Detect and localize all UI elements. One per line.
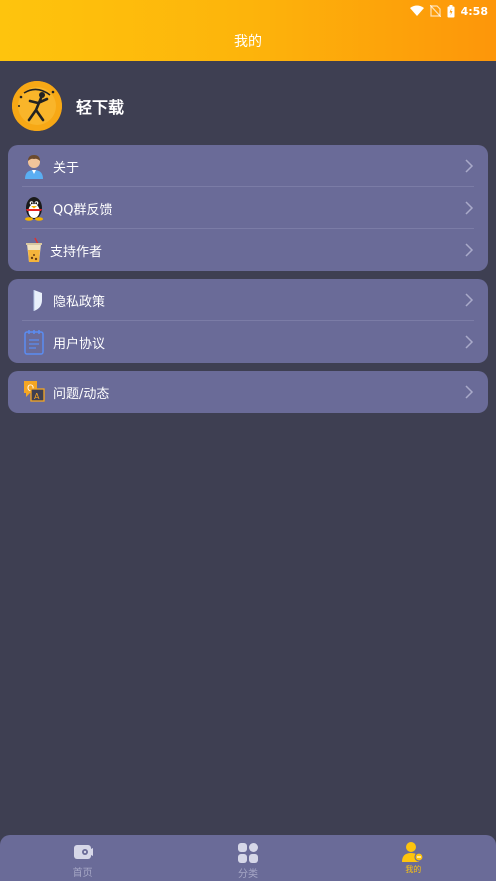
menu-item-label: 支持作者 xyxy=(50,244,103,260)
avatar[interactable] xyxy=(12,81,62,131)
tab-label: 我的 xyxy=(405,865,422,874)
menu-item-qq-feedback[interactable]: QQ群反馈 xyxy=(8,187,488,229)
menu-item-user-agreement[interactable]: 用户协议 xyxy=(8,321,488,363)
chevron-right-icon xyxy=(465,159,474,173)
menu-item-support-author[interactable]: 支持作者 xyxy=(8,229,488,271)
chevron-right-icon xyxy=(465,201,474,215)
user-icon xyxy=(402,842,424,862)
notepad-icon xyxy=(24,330,44,355)
app-logo-icon xyxy=(12,81,62,131)
bottom-tab-bar: 首页 分类 我的 xyxy=(0,835,496,881)
tab-home[interactable]: 首页 xyxy=(0,835,165,881)
chevron-right-icon xyxy=(465,293,474,307)
menu-item-label: 关于 xyxy=(53,160,80,176)
video-icon xyxy=(73,845,93,859)
shield-icon xyxy=(33,290,42,311)
page-title: 我的 xyxy=(234,34,262,50)
menu-item-label: 问题/动态 xyxy=(53,386,110,402)
wifi-icon xyxy=(409,5,424,16)
menu-item-privacy-policy[interactable]: 隐私政策 xyxy=(8,279,488,321)
username: 轻下载 xyxy=(76,98,125,117)
tab-mine[interactable]: 我的 xyxy=(331,835,496,881)
menu-item-label: 隐私政策 xyxy=(53,294,106,310)
menu-card-legal: 隐私政策 用户协议 xyxy=(8,279,488,363)
status-time: 4:58 xyxy=(460,4,488,18)
menu-item-about[interactable]: 关于 xyxy=(8,145,488,187)
battery-icon xyxy=(447,4,455,17)
drink-cup-icon xyxy=(26,237,42,262)
profile-row[interactable]: 轻下载 xyxy=(12,81,124,131)
menu-item-label: QQ群反馈 xyxy=(53,202,113,218)
status-bar: 4:58 xyxy=(409,3,488,19)
svg-text:A: A xyxy=(34,392,40,401)
chevron-right-icon xyxy=(465,243,474,257)
menu-item-issues-news[interactable]: Q A 问题/动态 xyxy=(8,371,488,413)
app-header: 4:58 我的 xyxy=(0,0,496,61)
chevron-right-icon xyxy=(465,385,474,399)
chat-question-icon: Q A xyxy=(24,381,45,402)
no-sim-icon xyxy=(429,5,441,17)
menu-item-label: 用户协议 xyxy=(53,336,106,352)
grid-icon xyxy=(237,843,258,863)
tab-label: 首页 xyxy=(72,868,93,879)
qq-penguin-icon xyxy=(25,197,43,221)
tab-category[interactable]: 分类 xyxy=(165,835,330,881)
chevron-right-icon xyxy=(465,335,474,349)
person-icon xyxy=(25,155,43,179)
menu-card-issues: Q A 问题/动态 xyxy=(8,371,488,413)
tab-label: 分类 xyxy=(237,869,258,880)
menu-card-general: 关于 QQ群反馈 支持作者 xyxy=(8,145,488,271)
